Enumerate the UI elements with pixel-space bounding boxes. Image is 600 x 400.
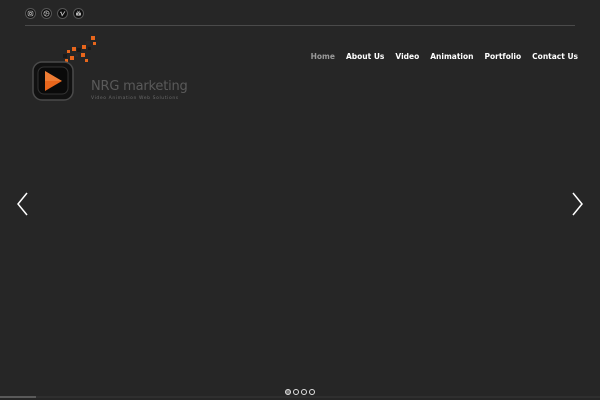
nav-item-about-us[interactable]: About Us bbox=[346, 52, 384, 61]
slider-dot-4[interactable] bbox=[309, 389, 315, 395]
top-bar bbox=[0, 0, 600, 26]
slider-progress-fill bbox=[0, 396, 36, 398]
logo-title: NRG marketing bbox=[91, 79, 188, 94]
slider-prev-button[interactable] bbox=[16, 192, 30, 216]
slider-dot-2[interactable] bbox=[293, 389, 299, 395]
nav-item-animation[interactable]: Animation bbox=[430, 52, 473, 61]
header-divider bbox=[25, 25, 575, 26]
instagram-icon[interactable] bbox=[25, 8, 36, 19]
social-links bbox=[25, 8, 84, 19]
slider-progress-bar bbox=[0, 396, 600, 398]
slider-dot-1[interactable] bbox=[285, 389, 291, 395]
slider-dot-3[interactable] bbox=[301, 389, 307, 395]
nav-item-portfolio[interactable]: Portfolio bbox=[485, 52, 522, 61]
vimeo-icon[interactable] bbox=[57, 8, 68, 19]
site-logo[interactable]: NRG marketing Video Animation Web Soluti… bbox=[30, 34, 188, 106]
dribbble-icon[interactable] bbox=[41, 8, 52, 19]
main-nav: Home About Us Video Animation Portfolio … bbox=[311, 52, 578, 61]
chevron-left-icon bbox=[17, 192, 28, 216]
nav-item-contact-us[interactable]: Contact Us bbox=[532, 52, 578, 61]
slider-pagination bbox=[285, 389, 315, 395]
slider-next-button[interactable] bbox=[570, 192, 584, 216]
nav-item-home[interactable]: Home bbox=[311, 52, 335, 61]
chevron-right-icon bbox=[572, 192, 583, 216]
youtube-icon[interactable] bbox=[73, 8, 84, 19]
nav-item-video[interactable]: Video bbox=[395, 52, 419, 61]
logo-tagline: Video Animation Web Solutions bbox=[91, 96, 179, 101]
